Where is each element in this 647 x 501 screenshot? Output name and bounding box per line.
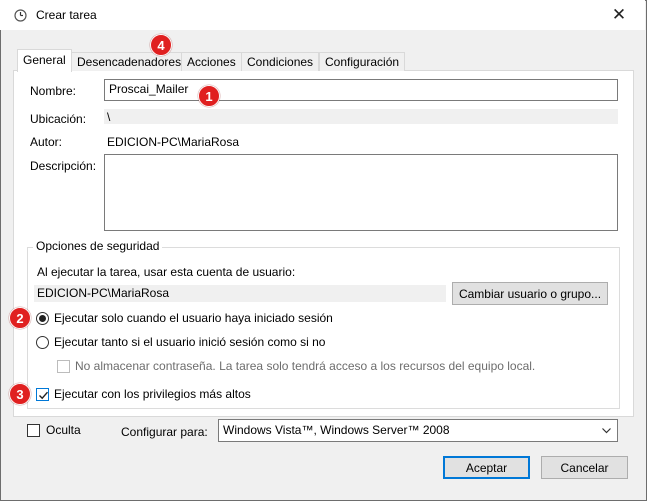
author-label: Autor: — [30, 135, 63, 149]
run-any-label[interactable]: Ejecutar tanto si el usuario inició sesi… — [54, 335, 325, 349]
tab-settings[interactable]: Configuración — [319, 52, 406, 71]
tab-actions[interactable]: Acciones — [181, 52, 242, 71]
chevron-down-icon — [602, 428, 611, 434]
author-value: EDICION-PC\MariaRosa — [107, 135, 240, 149]
highest-privileges-label[interactable]: Ejecutar con los privilegios más altos — [54, 387, 251, 401]
description-input[interactable] — [104, 154, 618, 231]
security-options-title: Opciones de seguridad — [33, 239, 163, 253]
configure-for-select[interactable]: Windows Vista™, Windows Server™ 2008 — [218, 419, 618, 442]
run-logged-on-radio[interactable] — [36, 312, 49, 325]
cancel-button[interactable]: Cancelar — [541, 456, 628, 479]
annotation-badge-1: 1 — [198, 85, 220, 107]
tab-triggers[interactable]: Desencadenadores — [71, 52, 188, 71]
description-label: Descripción: — [30, 159, 97, 173]
tab-general[interactable]: General — [17, 49, 72, 72]
hidden-label[interactable]: Oculta — [46, 423, 81, 437]
run-logged-on-label[interactable]: Ejecutar solo cuando el usuario haya ini… — [54, 311, 333, 325]
configure-for-label: Configurar para: — [121, 425, 208, 439]
accept-button[interactable]: Aceptar — [443, 456, 530, 479]
name-label: Nombre: — [30, 84, 77, 98]
window-title: Crear tarea — [36, 8, 97, 22]
annotation-badge-3: 3 — [9, 383, 31, 405]
no-store-password-label: No almacenar contraseña. La tarea solo t… — [75, 359, 536, 373]
account-prompt: Al ejecutar la tarea, usar esta cuenta d… — [37, 265, 296, 279]
run-any-radio[interactable] — [36, 336, 49, 349]
annotation-badge-4: 4 — [150, 34, 172, 56]
hidden-checkbox[interactable] — [27, 424, 40, 437]
location-label: Ubicación: — [30, 112, 87, 126]
name-input[interactable]: Proscai_Mailer — [104, 79, 618, 101]
tab-conditions[interactable]: Condiciones — [241, 52, 320, 71]
configure-for-value: Windows Vista™, Windows Server™ 2008 — [223, 423, 450, 437]
close-button[interactable]: ✕ — [604, 4, 634, 26]
annotation-badge-2: 2 — [9, 307, 31, 329]
no-store-password-checkbox[interactable] — [57, 360, 70, 373]
change-user-button[interactable]: Cambiar usuario o grupo... — [452, 282, 608, 305]
account-value: EDICION-PC\MariaRosa — [34, 285, 446, 302]
clock-icon — [14, 9, 27, 22]
highest-privileges-checkbox[interactable] — [36, 388, 49, 401]
location-value: \ — [104, 109, 618, 124]
checkmark-icon — [39, 391, 49, 400]
close-icon: ✕ — [611, 5, 627, 24]
